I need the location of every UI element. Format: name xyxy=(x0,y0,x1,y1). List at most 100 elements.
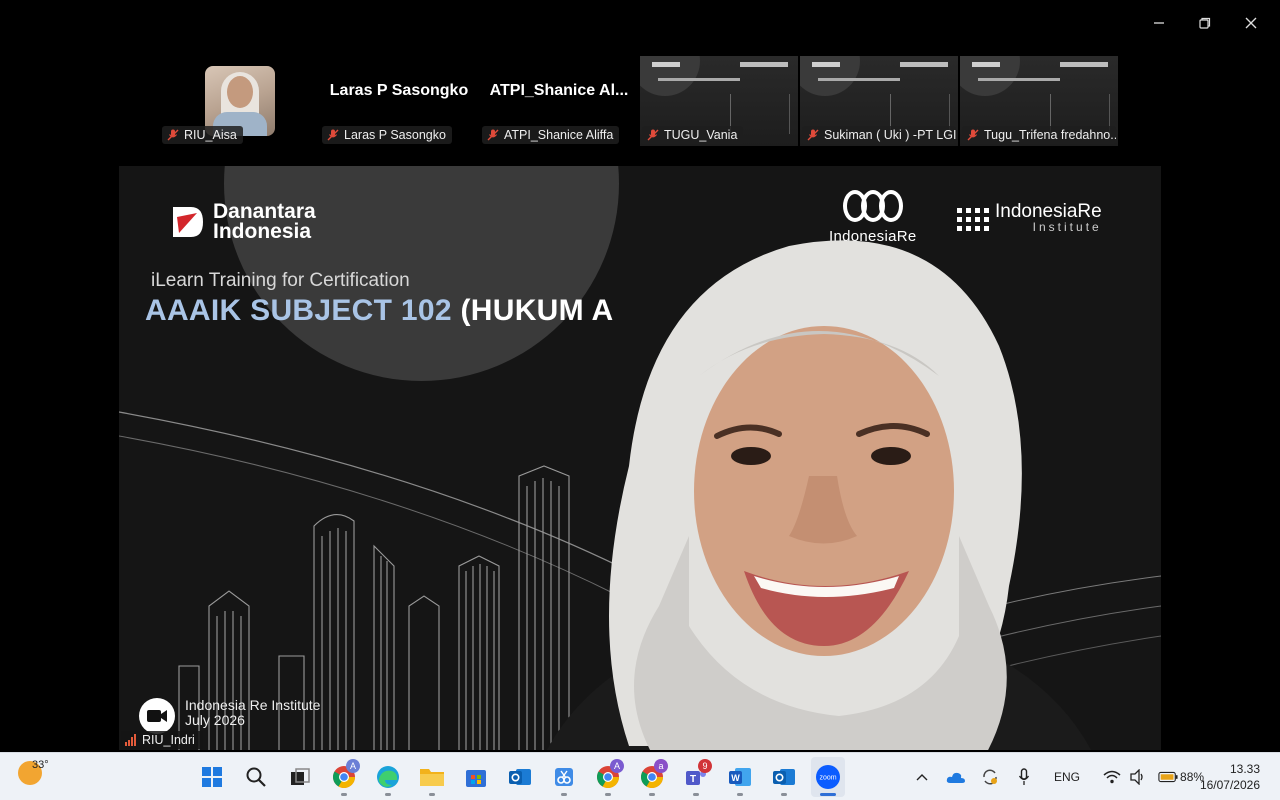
participant-name: RIU_Aisa xyxy=(184,128,237,142)
restore-button[interactable] xyxy=(1182,8,1228,38)
wifi-button[interactable] xyxy=(1102,767,1122,787)
close-button[interactable] xyxy=(1228,8,1274,38)
store-icon xyxy=(466,770,486,787)
participant-tile[interactable]: ATPI_Shanice Al... ATPI_Shanice Aliffa xyxy=(480,56,638,146)
participant-display-name: ATPI_Shanice Al... xyxy=(489,82,629,99)
zoom-button[interactable]: zoom xyxy=(811,757,845,797)
language-indicator[interactable]: ENG xyxy=(1054,770,1080,784)
weather-widget[interactable]: 33° xyxy=(18,759,49,785)
teams-button[interactable]: T 9 xyxy=(679,757,713,797)
zoom-meeting-window: RIU_Aisa Laras P Sasongko Laras P Sasong… xyxy=(0,0,1280,800)
footer-line2: July 2026 xyxy=(185,712,245,728)
profile-badge: A xyxy=(610,759,624,773)
participant-name: TUGU_Vania xyxy=(664,128,738,142)
participant-tile[interactable]: Tugu_Trifena fredahno... xyxy=(960,56,1118,146)
participant-name: ATPI_Shanice Aliffa xyxy=(504,128,614,142)
teams-badge: 9 xyxy=(698,759,712,773)
active-speaker-name: RIU_Indri xyxy=(142,733,195,747)
outlook-new-button[interactable] xyxy=(503,757,537,797)
participant-label: ATPI_Shanice Aliffa xyxy=(482,126,620,144)
file-explorer-button[interactable] xyxy=(415,757,449,797)
participant-tile[interactable]: Laras P Sasongko Laras P Sasongko xyxy=(320,56,478,146)
word-button[interactable]: W xyxy=(723,757,757,797)
start-button[interactable] xyxy=(195,757,229,797)
microphone-icon xyxy=(1018,768,1030,785)
profile-badge: A xyxy=(346,759,360,773)
participant-name: Sukiman ( Uki ) -PT LGI xyxy=(824,128,956,142)
chrome-profile-a-button[interactable]: A xyxy=(327,757,361,797)
snipping-tool-button[interactable] xyxy=(547,757,581,797)
edge-icon xyxy=(377,766,399,788)
outlook-icon xyxy=(773,769,795,785)
active-speaker-label: RIU_Indri xyxy=(121,731,203,749)
svg-text:T: T xyxy=(690,774,696,785)
show-hidden-icons-button[interactable] xyxy=(912,767,932,787)
windows-icon xyxy=(202,767,222,787)
participant-tile[interactable]: TUGU_Vania xyxy=(640,56,798,146)
mic-off-icon xyxy=(327,129,339,141)
danantara-mark-icon xyxy=(173,207,203,237)
microphone-button[interactable] xyxy=(1014,767,1034,787)
word-icon: W xyxy=(729,768,751,786)
profile-badge: a xyxy=(654,759,668,773)
search-icon xyxy=(246,767,266,787)
clock-time: 13.33 xyxy=(1229,762,1260,776)
participant-tile[interactable]: Sukiman ( Uki ) -PT LGI xyxy=(800,56,958,146)
active-speaker-video[interactable]: Danantara Indonesia IndonesiaRe Indonesi… xyxy=(119,166,1161,750)
wifi-icon xyxy=(1103,770,1121,784)
participant-strip: RIU_Aisa Laras P Sasongko Laras P Sasong… xyxy=(160,56,1120,148)
footer-line1: Indonesia Re Institute xyxy=(185,697,321,713)
slide-footer: Indonesia Re Institute July 2026 xyxy=(185,698,320,728)
restore-icon xyxy=(1199,17,1211,29)
outlook-icon xyxy=(509,769,531,785)
participant-label: RIU_Aisa xyxy=(162,126,243,144)
onedrive-button[interactable] xyxy=(946,767,966,787)
zoom-label: zoom xyxy=(819,775,836,782)
sync-button[interactable] xyxy=(980,767,1000,787)
system-clock[interactable]: 13.33 16/07/2026 xyxy=(1200,761,1260,793)
signal-bars-icon xyxy=(125,734,136,746)
mic-off-icon xyxy=(967,129,979,141)
taskbar-apps: A A a T 9 W zoom xyxy=(195,753,845,800)
chrome-profile-b-button[interactable]: a xyxy=(635,757,669,797)
close-icon xyxy=(1245,17,1257,29)
clock-date: 16/07/2026 xyxy=(1199,778,1260,792)
danantara-logo: Danantara Indonesia xyxy=(171,200,316,243)
participant-label: Laras P Sasongko xyxy=(322,126,452,144)
edge-button[interactable] xyxy=(371,757,405,797)
minimize-icon xyxy=(1154,22,1164,24)
mic-off-icon xyxy=(807,129,819,141)
taskbar: 33° A A a T 9 W zoom ENG 88% 13.33 16/07… xyxy=(0,752,1280,800)
participant-label: Sukiman ( Uki ) -PT LGI xyxy=(802,126,956,144)
brand-line2: Indonesia xyxy=(213,220,312,243)
video-camera-icon xyxy=(139,698,175,734)
window-controls xyxy=(1136,8,1274,38)
battery-icon xyxy=(1158,771,1178,783)
slide-title-part1: AAAIK SUBJECT 102 xyxy=(145,294,452,327)
volume-button[interactable] xyxy=(1128,767,1148,787)
mic-off-icon xyxy=(647,129,659,141)
speaker-icon xyxy=(1130,769,1143,785)
svg-text:W: W xyxy=(731,773,740,783)
task-view-button[interactable] xyxy=(283,757,317,797)
search-button[interactable] xyxy=(239,757,273,797)
cloud-icon xyxy=(946,772,965,783)
participant-name: Tugu_Trifena fredahno... xyxy=(984,128,1116,142)
battery-button[interactable] xyxy=(1158,767,1178,787)
task-view-icon xyxy=(291,768,310,785)
mic-off-icon xyxy=(167,129,179,141)
zoom-icon: zoom xyxy=(816,765,840,789)
system-tray: ENG 88% xyxy=(912,753,1204,800)
participant-label: Tugu_Trifena fredahno... xyxy=(962,126,1116,144)
folder-icon xyxy=(420,769,444,786)
participant-name: Laras P Sasongko xyxy=(344,128,446,142)
chrome-profile-a2-button[interactable]: A xyxy=(591,757,625,797)
sync-icon xyxy=(983,769,997,785)
minimize-button[interactable] xyxy=(1136,8,1182,38)
participant-tile[interactable]: RIU_Aisa xyxy=(160,56,318,146)
brand-line1: Danantara xyxy=(213,200,316,223)
outlook-button[interactable] xyxy=(767,757,801,797)
participant-label: TUGU_Vania xyxy=(642,126,744,144)
store-button[interactable] xyxy=(459,757,493,797)
chevron-up-icon xyxy=(916,774,928,781)
